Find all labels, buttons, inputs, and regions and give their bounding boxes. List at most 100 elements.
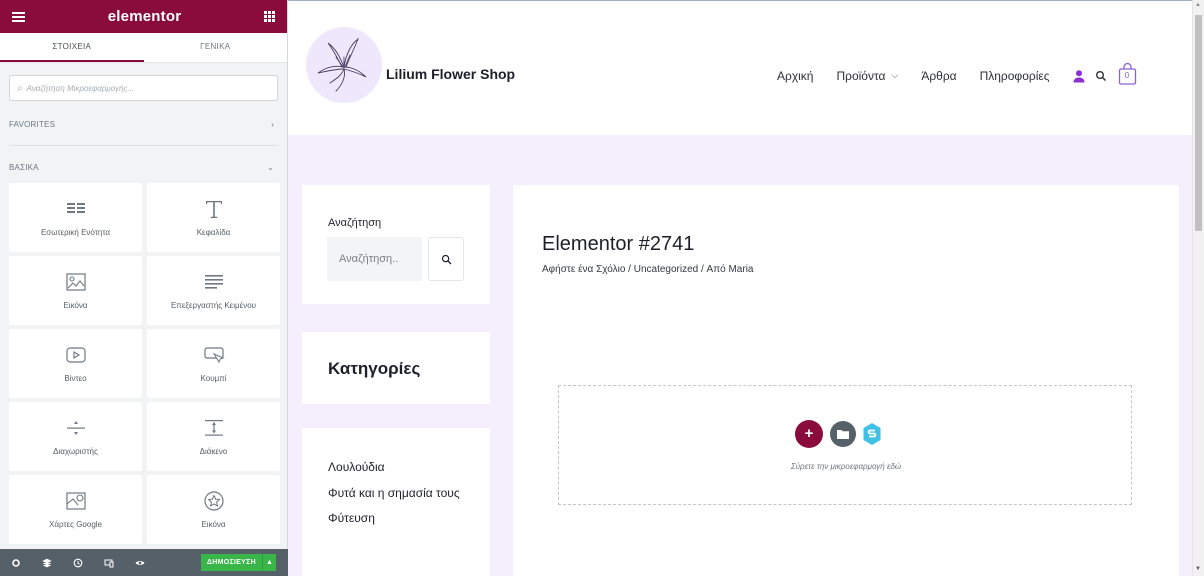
- post-content: Elementor #2741 Αφήστε ένα Σχόλιο / Unca…: [513, 185, 1179, 576]
- widget-heading[interactable]: Κεφαλίδα: [147, 183, 280, 252]
- widget-spacer[interactable]: Διάκενο: [147, 402, 280, 471]
- main-navigation: Αρχική Προϊόντα ⌵ Άρθρα Πληροφορίες 0: [777, 62, 1137, 85]
- widget-drop-zone[interactable]: + Σύρετε την μικροεφαρμογή εδώ: [558, 385, 1132, 505]
- divider: [9, 145, 278, 146]
- preview-icon[interactable]: [132, 555, 148, 571]
- nav-item-home[interactable]: Αρχική: [777, 69, 813, 83]
- widget-label: Διαχωριστής: [53, 447, 98, 456]
- categories-title-widget: Κατηγορίες: [302, 332, 490, 404]
- site-search-placeholder: Αναζήτηση..: [339, 253, 399, 265]
- widget-inner-section[interactable]: Εσωτερική Ενότητα: [9, 183, 142, 252]
- video-icon: [65, 347, 86, 363]
- widget-label: Διάκενο: [199, 447, 228, 456]
- tab-global[interactable]: ΓΕΝΙΚΑ: [144, 33, 288, 62]
- settings-icon[interactable]: [8, 555, 24, 571]
- elementor-panel: elementor ΣΤΟΙΧΕΙΑ ΓΕΝΙΚΑ ⌕ Αναζήτηση Μι…: [0, 0, 288, 576]
- widget-video[interactable]: Βίντεο: [9, 329, 142, 398]
- panel-header: elementor: [0, 0, 287, 33]
- nav-item-info[interactable]: Πληροφορίες: [980, 69, 1050, 83]
- search-widget: Αναζήτηση Αναζήτηση..: [302, 185, 490, 304]
- search-icon[interactable]: [1095, 70, 1107, 82]
- screen: elementor ΣΤΟΙΧΕΙΑ ΓΕΝΙΚΑ ⌕ Αναζήτηση Μι…: [0, 0, 1204, 576]
- widget-label: Χάρτες Google: [49, 520, 102, 529]
- navigator-icon[interactable]: [39, 555, 55, 571]
- button-icon: [203, 347, 225, 364]
- scroll-up-icon[interactable]: ▲: [1195, 2, 1201, 8]
- widget-icon[interactable]: Εικόνα: [147, 475, 280, 544]
- chevron-right-icon: ›: [271, 119, 274, 129]
- chevron-down-icon: ⌵: [891, 70, 899, 80]
- google-maps-icon: [65, 492, 86, 510]
- widgets-grid-icon[interactable]: [264, 11, 275, 22]
- nav-item-label: Προϊόντα: [836, 68, 886, 83]
- widget-image[interactable]: Εικόνα: [9, 256, 142, 325]
- widget-button[interactable]: Κουμπί: [147, 329, 280, 398]
- cart-count: 0: [1124, 71, 1130, 80]
- site-preview: Lilium Flower Shop Αρχική Προϊόντα ⌵ Άρθρ…: [288, 0, 1192, 576]
- spacer-icon: [204, 420, 223, 436]
- post-meta: Αφήστε ένα Σχόλιο / Uncategorized / Από …: [542, 264, 754, 275]
- category-favorites[interactable]: FAVORITES ›: [0, 111, 287, 137]
- nav-item-articles[interactable]: Άρθρα: [921, 69, 956, 83]
- widget-search-placeholder: Αναζήτηση Μικροεφαρμογής...: [26, 83, 135, 93]
- add-section-button[interactable]: +: [795, 420, 823, 448]
- image-icon: [65, 273, 86, 291]
- category-list: Λουλούδια Φυτά και η σημασία τους Φύτευσ…: [328, 455, 478, 532]
- widget-label: Κουμπί: [200, 374, 227, 383]
- widget-label: Βίντεο: [64, 374, 87, 383]
- site-search-button[interactable]: [428, 237, 464, 281]
- cart-button[interactable]: 0: [1118, 62, 1137, 85]
- widget-text-editor[interactable]: Επεξεργαστής Κειμένου: [147, 256, 280, 325]
- publish-button[interactable]: ΔΗΜΟΣΙΕΥΣΗ: [200, 554, 262, 571]
- starter-templates-icon: [863, 423, 881, 445]
- nav-item-products[interactable]: Προϊόντα ⌵: [836, 69, 898, 83]
- search-icon: ⌕: [17, 82, 23, 94]
- category-link[interactable]: Φυτά και η σημασία τους: [328, 481, 478, 507]
- categories-heading: Κατηγορίες: [328, 359, 421, 378]
- user-account-icon[interactable]: [1072, 69, 1086, 83]
- starter-templates-button[interactable]: [862, 422, 882, 446]
- scrollbar-thumb[interactable]: [1195, 15, 1202, 231]
- publish-group: ΔΗΜΟΣΙΕΥΣΗ ▲: [200, 554, 276, 571]
- widget-label: Επεξεργαστής Κειμένου: [170, 301, 257, 310]
- drop-zone-actions: +: [795, 420, 882, 448]
- chevron-down-icon: ⌄: [267, 162, 274, 172]
- inner-section-icon: [66, 203, 85, 213]
- scroll-down-icon[interactable]: ▼: [1195, 566, 1201, 572]
- widget-divider[interactable]: Διαχωριστής: [9, 402, 142, 471]
- category-label: FAVORITES: [9, 119, 56, 129]
- icon-widget-icon: [203, 491, 224, 511]
- site-logo[interactable]: [306, 27, 382, 103]
- tab-elements[interactable]: ΣΤΟΙΧΕΙΑ: [0, 33, 144, 62]
- site-search-input[interactable]: Αναζήτηση..: [327, 237, 422, 281]
- text-editor-icon: [204, 275, 223, 289]
- history-icon[interactable]: [70, 555, 86, 571]
- site-title[interactable]: Lilium Flower Shop: [386, 66, 515, 82]
- widget-google-maps[interactable]: Χάρτες Google: [9, 475, 142, 544]
- widget-grid: Εσωτερική Ενότητα Κεφαλίδα Εικόνα Επεξερ…: [9, 183, 280, 544]
- page-scrollbar[interactable]: ▲ ▼: [1192, 0, 1204, 576]
- widget-search-input[interactable]: ⌕ Αναζήτηση Μικροεφαρμογής...: [9, 75, 278, 101]
- nav-item-label: Πληροφορίες: [979, 68, 1050, 83]
- widget-label: Εικόνα: [63, 301, 88, 310]
- publish-options-button[interactable]: ▲: [262, 554, 276, 571]
- panel-footer: ΔΗΜΟΣΙΕΥΣΗ ▲: [0, 549, 288, 576]
- widget-label: Εικόνα: [201, 520, 226, 529]
- chevron-up-icon: ▲: [266, 559, 273, 566]
- widget-label: Κεφαλίδα: [196, 228, 231, 237]
- category-link[interactable]: Φύτευση: [328, 506, 478, 532]
- categories-widget: Λουλούδια Φυτά και η σημασία τους Φύτευσ…: [302, 428, 490, 576]
- nav-item-label: Άρθρα: [921, 68, 957, 83]
- category-link[interactable]: Λουλούδια: [328, 455, 478, 481]
- menu-icon[interactable]: [12, 11, 25, 22]
- lily-logo-icon: [317, 37, 367, 92]
- add-template-button[interactable]: [830, 421, 856, 447]
- heading-icon: [205, 201, 222, 218]
- folder-icon: [837, 430, 849, 439]
- elementor-logo: elementor: [107, 8, 182, 25]
- panel-tabs: ΣΤΟΙΧΕΙΑ ΓΕΝΙΚΑ: [0, 33, 287, 63]
- drop-zone-hint: Σύρετε την μικροεφαρμογή εδώ: [790, 462, 902, 471]
- category-basic[interactable]: ΒΑΣΙΚΑ ⌄: [0, 154, 287, 180]
- responsive-icon[interactable]: [101, 555, 117, 571]
- site-header: Lilium Flower Shop Αρχική Προϊόντα ⌵ Άρθρ…: [288, 1, 1192, 135]
